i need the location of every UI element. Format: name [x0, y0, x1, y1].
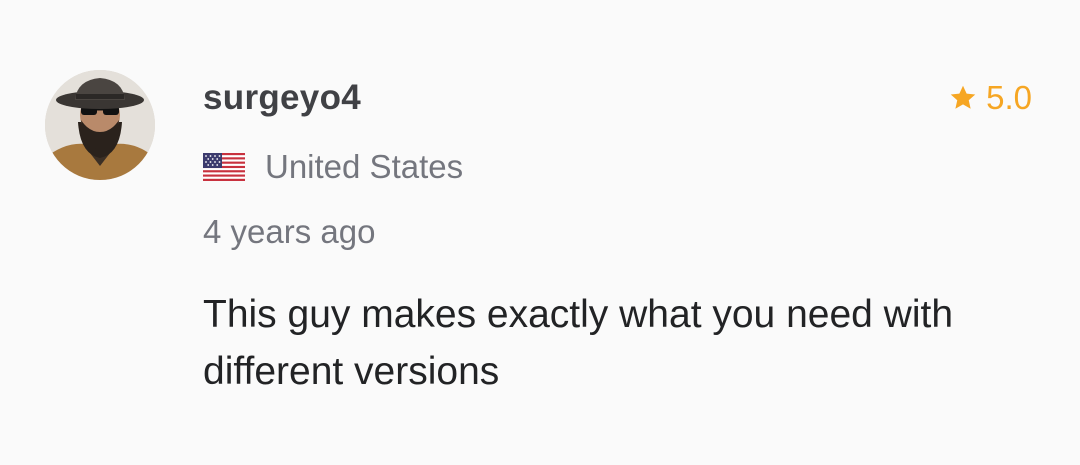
avatar[interactable]	[45, 70, 155, 180]
review-text: This guy makes exactly what you need wit…	[203, 293, 954, 393]
rating-value: 5.0	[986, 79, 1032, 116]
reviewer-country: United States	[203, 146, 463, 188]
review-timestamp: 4 years ago	[203, 213, 376, 250]
rating: 5.0	[948, 78, 1032, 118]
star-icon	[950, 85, 976, 109]
username[interactable]: surgeyo4	[203, 76, 361, 120]
country-name: United States	[265, 148, 464, 185]
review-card: surgeyo4 5.0 United States 4 years ago T…	[0, 0, 1080, 465]
us-flag-icon	[203, 153, 245, 181]
avatar-image	[45, 70, 155, 180]
